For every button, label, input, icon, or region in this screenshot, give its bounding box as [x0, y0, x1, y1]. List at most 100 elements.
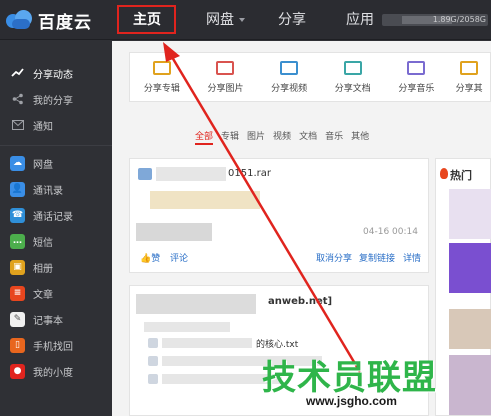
contacts-icon: 👤 — [10, 181, 25, 197]
blurred-thumbnail — [150, 191, 260, 209]
share-album-label: 分享专辑 — [143, 83, 180, 94]
quota-bar: 1.89G/2058G — [382, 14, 488, 26]
notepad-icon: ✎ — [10, 311, 25, 327]
share-video-label: 分享视频 — [271, 83, 308, 94]
tab-all[interactable]: 全部 — [195, 129, 214, 145]
sidebar-item-sms[interactable]: … 短信 — [0, 228, 112, 254]
sidebar-item-label: 我的小度 — [33, 367, 73, 379]
sidebar-item-call-log[interactable]: ☎ 通话记录 — [0, 202, 112, 228]
like-label: 赞 — [151, 254, 161, 264]
sidebar-item-notepad[interactable]: ✎ 记事本 — [0, 306, 112, 332]
app-name: 百度云 — [38, 12, 92, 33]
cancel-share-link[interactable]: 取消分享 — [316, 251, 352, 264]
hot-image[interactable] — [449, 309, 491, 349]
feed-filename[interactable]: 0151.rar — [228, 168, 271, 179]
sidebar-item-label: 分享动态 — [33, 69, 73, 81]
xiaodu-icon: ● — [10, 363, 25, 379]
share-image-button[interactable]: 分享图片 — [194, 53, 258, 101]
sidebar-item-contacts[interactable]: 👤 通讯录 — [0, 176, 112, 202]
sidebar-divider — [0, 145, 112, 146]
document-icon — [343, 60, 362, 75]
top-bar: 百度云 主页 网盘 分享 应用 1.89G/2058G — [0, 0, 491, 40]
blurred-text — [162, 338, 252, 348]
tab-doc[interactable]: 文档 — [299, 129, 317, 145]
blurred-avatar — [136, 294, 256, 314]
other-icon — [460, 60, 479, 75]
sidebar-item-album[interactable]: ▣ 相册 — [0, 254, 112, 280]
tab-video[interactable]: 视频 — [273, 129, 291, 145]
baidu-cloud-logo-icon — [6, 10, 32, 30]
app-logo[interactable]: 百度云 — [6, 8, 92, 33]
sidebar: 分享动态 我的分享 通知 ☁ 网盘 👤 通讯录 ☎ 通话记录 … 短信 ▣ 相册… — [0, 41, 112, 416]
txt-file-icon — [148, 356, 158, 366]
sidebar-item-label: 通讯录 — [33, 185, 63, 197]
quota-text: 1.89G/2058G — [432, 15, 486, 24]
sidebar-item-my-share[interactable]: 我的分享 — [0, 86, 112, 112]
filter-tabs: 全部 专辑 图片 视频 文档 音乐 其他 — [195, 129, 369, 145]
sidebar-item-pan[interactable]: ☁ 网盘 — [0, 150, 112, 176]
sidebar-item-label: 通话记录 — [33, 211, 73, 223]
share-icon — [10, 92, 25, 107]
tab-image[interactable]: 图片 — [247, 129, 265, 145]
album-icon — [152, 60, 171, 75]
feed-title[interactable]: anweb.net] — [268, 296, 332, 307]
nav-share[interactable]: 分享 — [278, 0, 306, 40]
share-album-button[interactable]: 分享专辑 — [130, 53, 194, 101]
call-log-icon: ☎ — [10, 207, 25, 223]
share-other-label: 分享其 — [455, 83, 483, 94]
blurred-text — [156, 167, 226, 181]
txt-file-icon — [148, 374, 158, 384]
chevron-down-icon — [239, 18, 245, 22]
comment-button[interactable]: 评论 — [170, 251, 188, 264]
share-music-button[interactable]: 分享音乐 — [385, 53, 449, 101]
sidebar-item-label: 手机找回 — [33, 341, 73, 353]
copy-link-button[interactable]: 复制链接 — [359, 251, 395, 264]
album-icon: ▣ — [10, 259, 25, 275]
feed-card: 0151.rar 04-16 00:14 👍赞 评论 取消分享 复制链接 详情 — [129, 158, 429, 273]
sidebar-item-label: 通知 — [33, 121, 53, 133]
blurred-text — [144, 322, 230, 332]
share-image-label: 分享图片 — [207, 83, 244, 94]
tab-other[interactable]: 其他 — [351, 129, 369, 145]
nav-pan[interactable]: 网盘 — [206, 0, 245, 40]
video-icon — [280, 60, 299, 75]
nav-pan-label: 网盘 — [206, 12, 234, 28]
hot-image[interactable] — [449, 189, 491, 239]
watermark-url: www.jsgho.com — [306, 394, 397, 408]
sidebar-item-article[interactable]: ≡ 文章 — [0, 280, 112, 306]
sidebar-item-share-feed[interactable]: 分享动态 — [0, 60, 112, 86]
sidebar-item-notice[interactable]: 通知 — [0, 112, 112, 138]
txt-file-icon — [148, 338, 158, 348]
music-icon — [407, 60, 426, 75]
sidebar-item-label: 短信 — [33, 237, 53, 249]
share-doc-button[interactable]: 分享文档 — [321, 53, 385, 101]
tab-music[interactable]: 音乐 — [325, 129, 343, 145]
detail-link[interactable]: 详情 — [403, 251, 421, 264]
sidebar-item-xiaodu[interactable]: ● 我的小度 — [0, 358, 112, 384]
article-icon: ≡ — [10, 285, 25, 301]
share-other-button[interactable]: 分享其 — [448, 53, 490, 101]
share-toolbar: 分享专辑 分享图片 分享视频 分享文档 分享音乐 分享其 — [129, 52, 491, 102]
flame-icon — [440, 168, 448, 179]
share-music-label: 分享音乐 — [398, 83, 435, 94]
cloud-icon: ☁ — [10, 155, 25, 171]
sidebar-item-label: 我的分享 — [33, 95, 73, 107]
hot-image[interactable] — [449, 243, 491, 293]
feed-file[interactable]: 的核心.txt — [256, 337, 298, 350]
watermark-text: 技术员联盟 — [262, 358, 437, 398]
nav-app[interactable]: 应用 — [346, 0, 374, 40]
trend-icon — [10, 66, 25, 81]
highlight-box — [117, 5, 176, 34]
like-button[interactable]: 👍赞 — [140, 251, 160, 264]
sidebar-item-label: 相册 — [33, 263, 53, 275]
sidebar-item-label: 文章 — [33, 289, 53, 301]
hot-title: 热门 — [450, 169, 472, 182]
sidebar-item-label: 网盘 — [33, 159, 53, 171]
tab-album[interactable]: 专辑 — [221, 129, 239, 145]
feed-time: 04-16 00:14 — [363, 227, 418, 237]
share-video-button[interactable]: 分享视频 — [257, 53, 321, 101]
sidebar-item-phone-find[interactable]: ▯ 手机找回 — [0, 332, 112, 358]
blurred-avatar — [136, 223, 212, 241]
mail-icon — [10, 118, 25, 133]
share-doc-label: 分享文档 — [334, 83, 371, 94]
